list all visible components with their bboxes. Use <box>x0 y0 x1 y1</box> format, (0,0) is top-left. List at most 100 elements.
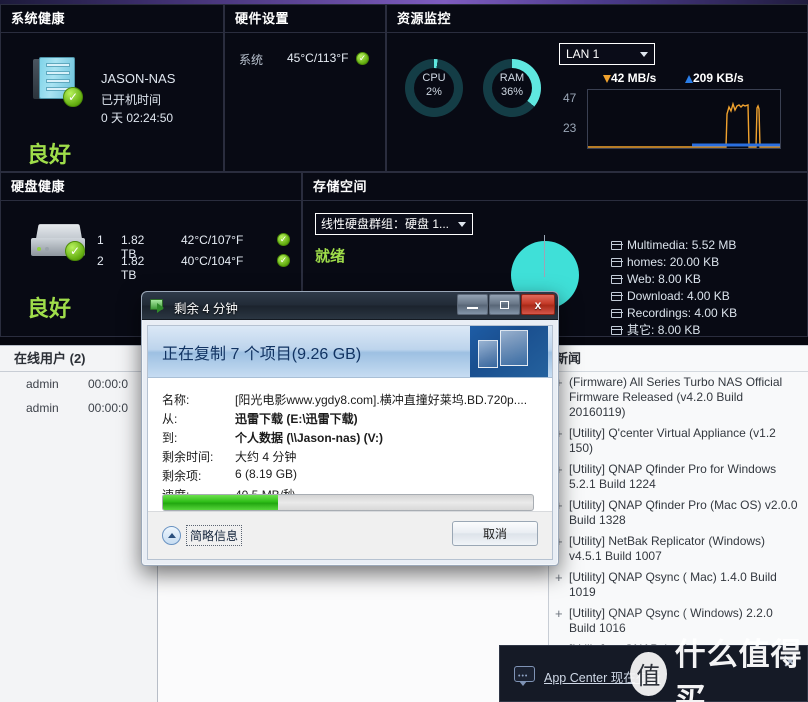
panel-online-users: 在线用户 (2) admin 00:00:0 admin 00:00:0 <box>0 345 158 702</box>
volume-select[interactable]: 线性硬盘群组：硬盘 1... <box>315 213 473 235</box>
progress-bar <box>162 494 534 511</box>
copy-progress-dialog[interactable]: 剩余 4 分钟 x 正在复制 7 个项目(9.26 GB) 名称: [阳光电影w… <box>141 291 559 566</box>
legend-name: Web <box>627 272 652 286</box>
storage-legend: Multimedia: 5.52 MB homes: 20.00 KB Web:… <box>611 237 737 339</box>
news-item-title: [Utility] QNAP Qfinder Pro for Windows 5… <box>569 462 777 491</box>
detail-row: 从: 迅雷下载 (E:\迅雷下载) <box>162 410 552 429</box>
copy-icon <box>150 298 167 313</box>
news-item-title: [Utility] QNAP Qsync ( Mac) 1.4.0 Build … <box>569 570 777 599</box>
detail-row: 剩余时间: 大约 4 分钟 <box>162 448 552 467</box>
copy-heading: 正在复制 7 个项目(9.26 GB) <box>162 346 362 363</box>
detail-value: 迅雷下载 (E:\迅雷下载) <box>235 412 358 426</box>
close-icon[interactable] <box>783 654 797 668</box>
folder-icon <box>611 258 623 267</box>
pie-divider <box>544 235 545 277</box>
panel-title-news: 新闻 <box>549 346 808 372</box>
list-item: homes: 20.00 KB <box>611 254 737 271</box>
news-item-title: (Firmware) All Series Turbo NAS Official… <box>569 375 783 419</box>
ram-gauge-label: RAM <box>499 72 525 84</box>
news-item[interactable]: + [Utility] QNAP Qsync ( Windows) 2.2.0 B… <box>549 603 808 639</box>
hardware-row-label: 系统 <box>239 53 264 67</box>
news-item[interactable]: +[Utility] NetBak Replicator (Windows) v… <box>549 531 808 567</box>
folder-icon <box>611 326 623 335</box>
list-item: Web: 8.00 KB <box>611 271 737 288</box>
folder-icon <box>611 241 623 250</box>
panel-title-online-users: 在线用户 (2) <box>0 346 157 372</box>
detail-key: 名称: <box>162 393 190 407</box>
list-item: admin 00:00:0 <box>0 372 157 396</box>
list-item: Multimedia: 5.52 MB <box>611 237 737 254</box>
news-item-title: [Utility] QNAP Qfinder Pro (Mac OS) v2.0… <box>569 498 798 527</box>
network-chart-svg <box>588 101 780 148</box>
hardware-status-ok-icon: ✓ <box>356 52 369 65</box>
chart-axis-tick-top: 47 <box>563 91 577 105</box>
detail-value: [阳光电影www.ygdy8.com].横冲直撞好莱坞.BD.720p.... <box>235 393 528 407</box>
disk-row-ok-icon: ✓ <box>277 233 290 246</box>
legend-size: 20.00 KB <box>669 255 720 269</box>
nas-hostname: JASON-NAS <box>101 71 176 86</box>
download-speed: 42 MB/s <box>603 71 656 85</box>
volume-selected-value: 线性硬盘群组：硬盘 1... <box>321 217 450 231</box>
expand-icon[interactable]: + <box>555 570 569 600</box>
ram-gauge: RAM 36% <box>483 59 541 117</box>
news-item[interactable]: +[Utility] QNAP Qfinder Pro (Mac OS) v2.… <box>549 495 808 531</box>
expand-icon[interactable]: + <box>555 606 569 636</box>
copy-details: 名称: [阳光电影www.ygdy8.com].横冲直撞好莱坞.BD.720p.… <box>148 379 552 505</box>
news-item-title: [Utility] Q'center Virtual Appliance (v1… <box>569 426 776 455</box>
disk-slot: 2 <box>97 254 104 268</box>
disk-slot: 1 <box>97 233 104 247</box>
news-item[interactable]: +(Firmware) All Series Turbo NAS Officia… <box>549 372 808 423</box>
maximize-button[interactable] <box>489 294 520 315</box>
storage-status: 就绪 <box>315 248 346 265</box>
chevron-up-icon <box>162 526 181 545</box>
disk-temperature: 40°C/104°F <box>181 254 244 268</box>
dialog-banner: 正在复制 7 个项目(9.26 GB) <box>148 326 552 378</box>
download-series-line <box>588 101 780 148</box>
chevron-down-icon <box>458 222 466 227</box>
status-ok-icon: ✓ <box>63 87 83 107</box>
chevron-down-icon <box>640 52 648 57</box>
news-item[interactable]: +[Utility] QNAP Qfinder Pro for Windows … <box>549 459 808 495</box>
detail-key: 从: <box>162 412 178 426</box>
list-item: Recordings: 4.00 KB <box>611 305 737 322</box>
legend-name: Multimedia <box>627 238 686 252</box>
detail-row: 名称: [阳光电影www.ygdy8.com].横冲直撞好莱坞.BD.720p.… <box>162 391 552 410</box>
toggle-details-label: 简略信息 <box>186 525 243 546</box>
cancel-button[interactable]: 取消 <box>452 521 538 546</box>
legend-name: Recordings <box>627 306 688 320</box>
dialog-titlebar[interactable]: 剩余 4 分钟 x <box>142 292 558 320</box>
folder-icon <box>611 309 623 318</box>
legend-size: 8.00 KB <box>658 272 701 286</box>
minimize-button[interactable] <box>457 294 488 315</box>
system-health-status: 良好 <box>27 142 72 167</box>
list-item: Download: 4.00 KB <box>611 288 737 305</box>
legend-name: homes <box>627 255 664 269</box>
legend-name: 其它 <box>627 323 652 337</box>
panel-title-disk-health: 硬盘健康 <box>1 173 301 201</box>
network-interface-select[interactable]: LAN 1 <box>559 43 655 65</box>
online-user-name: admin <box>26 377 59 391</box>
qnap-desktop: 系统健康 ✓ 良好 JASON-NAS 已开机时间 0 天 02:24:50 硬… <box>0 0 808 702</box>
close-button[interactable]: x <box>521 294 555 315</box>
news-item-title: [Utility] NetBak Replicator (Windows) v4… <box>569 534 766 563</box>
panel-resource-monitor: 资源监控 CPU 2% RAM 36% LAN 1 42 MB/s 209 KB… <box>386 4 808 172</box>
chart-axis-tick-mid: 23 <box>563 121 577 135</box>
message-icon: ••• <box>514 666 535 686</box>
close-icon: x <box>534 297 542 312</box>
ram-gauge-value: 36% <box>500 86 524 98</box>
panel-system-health: 系统健康 ✓ 良好 JASON-NAS 已开机时间 0 天 02:24:50 <box>0 4 224 172</box>
news-item-title: [Utility] QNAP Qsync ( Windows) 2.2.0 Bu… <box>569 606 773 635</box>
uptime-value: 0 天 02:24:50 <box>101 111 174 125</box>
hardware-row-value: 45°C/113°F <box>287 51 349 65</box>
cpu-gauge: CPU 2% <box>405 59 463 117</box>
news-item[interactable]: + [Utility] QNAP Qsync ( Mac) 1.4.0 Build… <box>549 567 808 603</box>
toggle-details-button[interactable]: 简略信息 <box>162 525 243 546</box>
panel-hardware-settings: 硬件设置 系统 45°C/113°F ✓ <box>224 4 386 172</box>
notification-text[interactable]: App Center 现在有新 <box>544 667 661 686</box>
panel-title-storage: 存储空间 <box>303 173 807 201</box>
upload-speed: 209 KB/s <box>685 71 744 85</box>
detail-key: 剩余时间: <box>162 450 214 464</box>
notification-bar[interactable]: ••• App Center 现在有新 <box>499 645 808 702</box>
cpu-gauge-value: 2% <box>426 86 442 98</box>
news-item[interactable]: +[Utility] Q'center Virtual Appliance (v… <box>549 423 808 459</box>
